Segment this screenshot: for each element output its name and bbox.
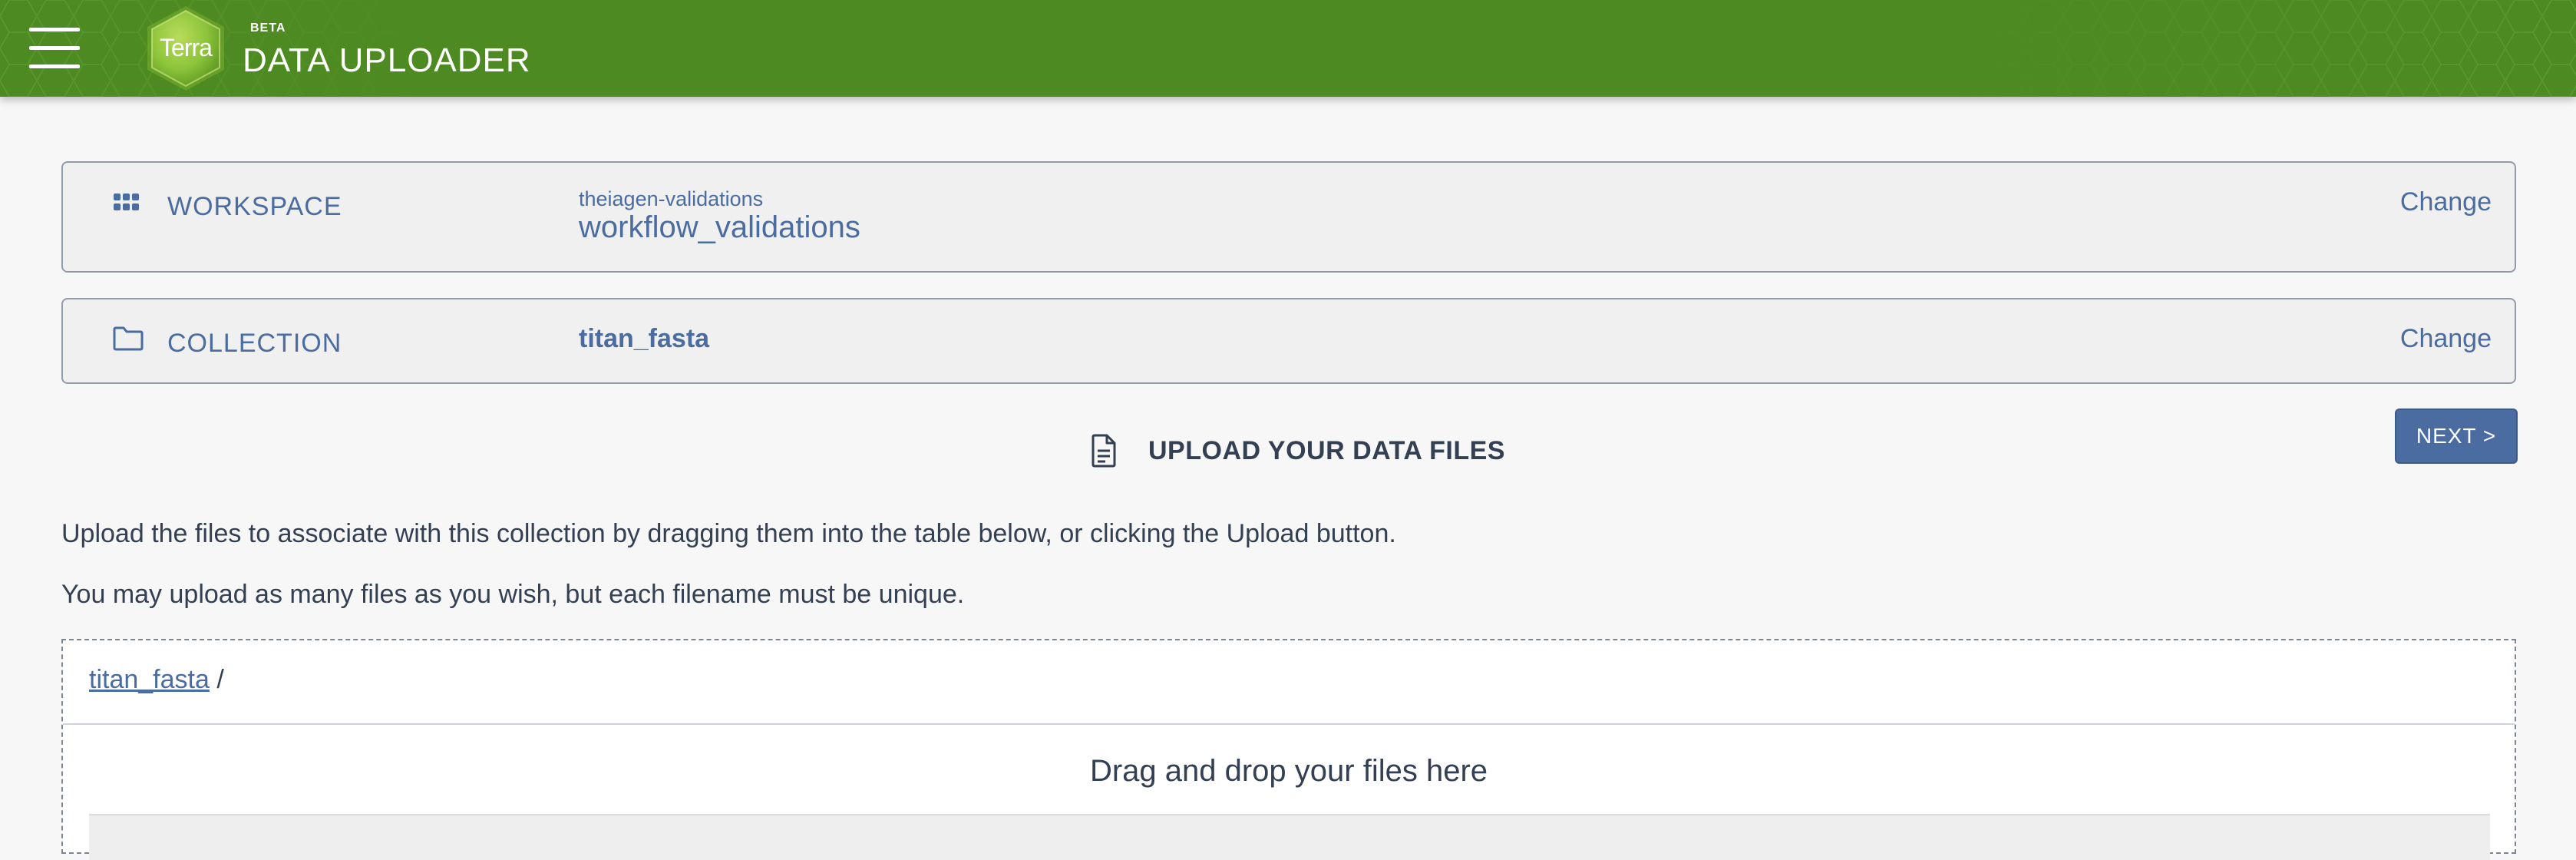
collection-panel: COLLECTION titan_fasta Change — [61, 298, 2516, 384]
workspace-namespace: theiagen-validations — [579, 187, 764, 210]
breadcrumb-row: titan_fasta / — [63, 640, 2515, 725]
terra-logo[interactable]: Terra — [138, 3, 233, 94]
file-table-area — [89, 814, 2490, 860]
beta-badge: BETA — [250, 22, 286, 35]
next-button[interactable]: NEXT > — [2395, 408, 2518, 464]
collection-name: titan_fasta — [579, 324, 710, 353]
workspace-panel: WORKSPACE theiagen-validations workflow_… — [61, 161, 2516, 273]
change-collection-link[interactable]: Change — [2400, 324, 2492, 354]
change-workspace-link[interactable]: Change — [2400, 187, 2492, 217]
menu-line — [29, 64, 80, 68]
workspace-label: WORKSPACE — [167, 192, 342, 221]
logo-text: Terra — [160, 34, 213, 61]
hamburger-menu-button[interactable] — [29, 26, 80, 69]
grid-dots-icon — [114, 194, 139, 210]
workspace-name: workflow_validations — [579, 210, 860, 244]
upload-heading-text: UPLOAD YOUR DATA FILES — [1148, 435, 1505, 465]
app-title: DATA UPLOADER — [243, 41, 531, 79]
unique-filename-note: You may upload as many files as you wish… — [61, 580, 965, 609]
breadcrumb: titan_fasta / — [89, 665, 224, 695]
breadcrumb-separator: / — [209, 665, 224, 694]
top-bar: Terra BETA DATA UPLOADER — [0, 0, 2576, 97]
file-drop-zone[interactable]: titan_fasta / Drag and drop your files h… — [61, 639, 2516, 860]
collection-label: COLLECTION — [167, 329, 342, 358]
upload-heading: UPLOAD YOUR DATA FILES — [1090, 432, 1505, 470]
menu-line — [29, 28, 80, 31]
drop-files-text: Drag and drop your files here — [1089, 754, 1488, 788]
folder-icon — [113, 326, 144, 351]
document-icon — [1091, 434, 1116, 468]
breadcrumb-collection-link[interactable]: titan_fasta — [89, 665, 210, 694]
upload-instruction-text: Upload the files to associate with this … — [61, 519, 1396, 548]
menu-line — [29, 46, 80, 50]
